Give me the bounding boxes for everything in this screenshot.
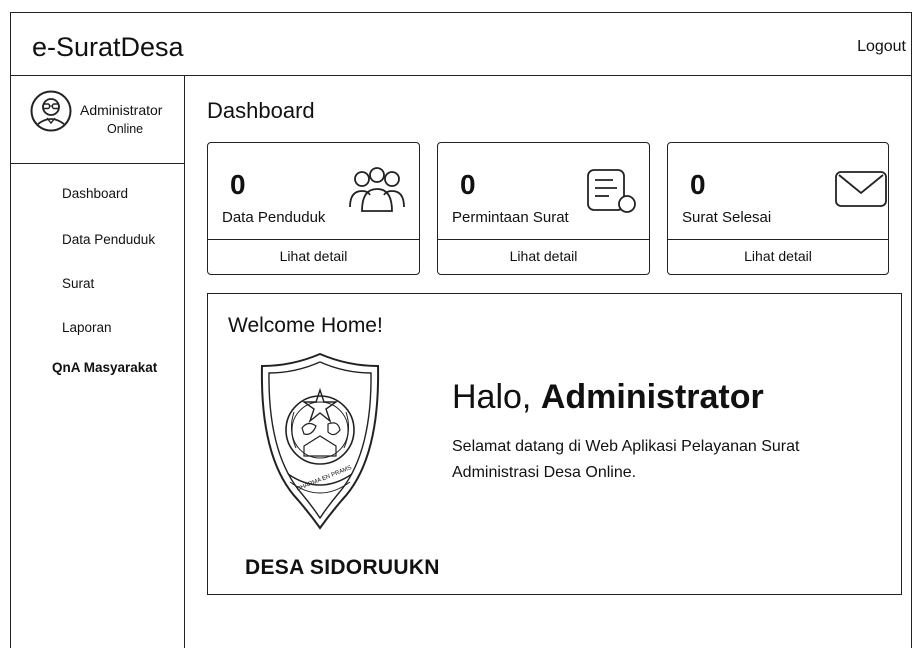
sidebar: Administrator Online Dashboard Data Pend… xyxy=(10,76,185,648)
village-emblem-logo xyxy=(260,352,380,530)
stat-label: Permintaan Surat xyxy=(452,209,569,226)
avatar-icon xyxy=(30,90,72,132)
sidebar-item-data-penduduk[interactable]: Data Penduduk xyxy=(62,232,155,247)
app-title: e-SuratDesa xyxy=(32,32,184,62)
sidebar-item-qna-masyarakat[interactable]: QnA Masyarakat xyxy=(52,360,157,375)
card-detail-link[interactable]: Lihat detail xyxy=(668,239,888,274)
sidebar-item-surat[interactable]: Surat xyxy=(62,276,94,291)
page-title: Dashboard xyxy=(207,98,315,123)
stat-card-surat-selesai: 0 Surat Selesai Lihat detail xyxy=(667,142,889,275)
greeting-name: Administrator xyxy=(540,378,764,416)
document-request-icon xyxy=(587,169,636,213)
top-header: e-SuratDesa Logout xyxy=(10,12,912,76)
user-name: Administrator xyxy=(80,102,163,118)
logout-button[interactable]: Logout xyxy=(857,38,906,56)
stat-value: 0 xyxy=(460,169,476,200)
card-detail-link[interactable]: Lihat detail xyxy=(438,239,649,274)
envelope-icon xyxy=(835,171,887,207)
user-status: Online xyxy=(107,122,144,136)
village-name: DESA SIDORUUKN xyxy=(245,556,440,579)
welcome-title: Welcome Home! xyxy=(228,314,383,337)
stat-label: Data Penduduk xyxy=(222,209,326,226)
greeting-prefix: Halo, xyxy=(452,378,532,416)
sidebar-item-dashboard[interactable]: Dashboard xyxy=(62,186,128,201)
stat-value: 0 xyxy=(230,169,246,200)
greeting-heading: Halo, Administrator xyxy=(452,378,764,417)
stat-card-permintaan-surat: 0 Permintaan Surat Lihat detail xyxy=(437,142,650,275)
stat-value: 0 xyxy=(690,169,706,200)
sidebar-item-laporan[interactable]: Laporan xyxy=(62,320,112,335)
welcome-panel: Welcome Home! DHARMA EN PRAMS DESA SIDOR… xyxy=(207,293,902,595)
welcome-message: Selamat datang di Web Aplikasi Pelayanan… xyxy=(452,438,800,481)
stat-label: Surat Selesai xyxy=(682,209,772,226)
user-panel: Administrator Online xyxy=(10,76,185,164)
users-icon xyxy=(349,167,405,212)
stat-card-data-penduduk: 0 Data Penduduk Lihat detail xyxy=(207,142,420,275)
card-detail-link[interactable]: Lihat detail xyxy=(208,239,419,274)
